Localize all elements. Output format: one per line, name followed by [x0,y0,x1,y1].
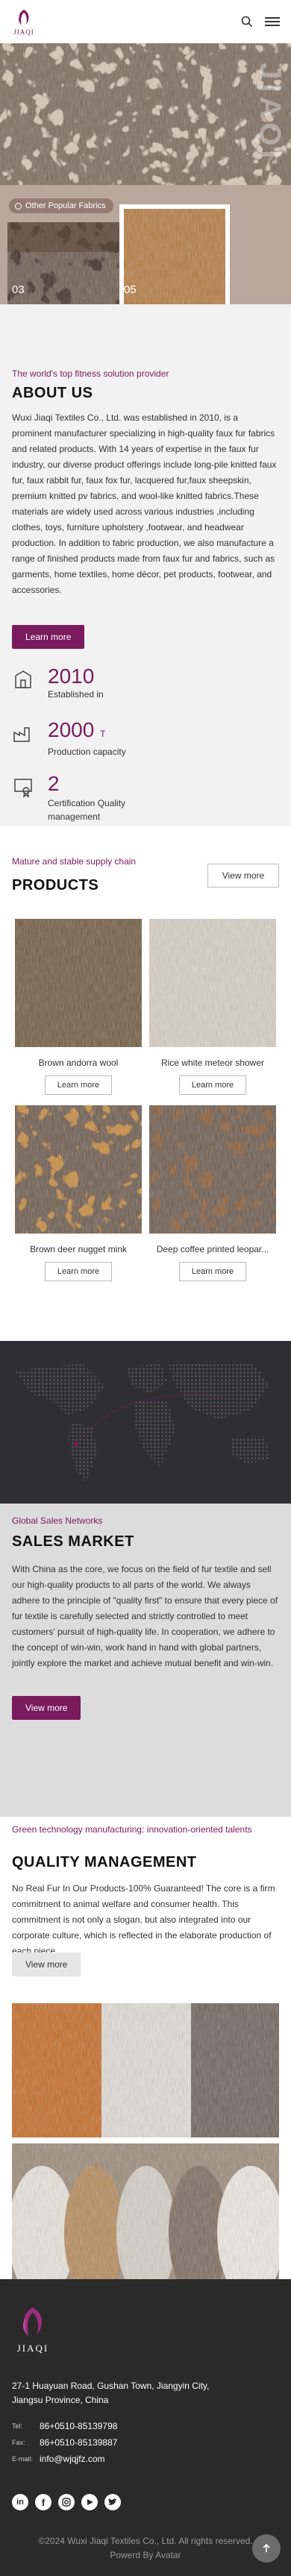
logo-text: JIAQI [13,28,34,36]
stat-certification-value: 2 [48,772,60,795]
stat-capacity: 2000 T Production capacity [12,719,126,757]
hero-category-tag[interactable]: Other Popular Fabrics [9,198,113,213]
sales-view-more-button[interactable]: View more [12,1696,81,1720]
footer-logo-mark [22,2307,43,2338]
product-name[interactable]: Deep coffee printed leopar... [149,1244,276,1254]
hero-watermark: JIAQI [254,63,287,163]
hero-leopard-image [0,43,291,185]
product-name[interactable]: Rice white meteor shower [149,1058,276,1068]
product-image[interactable] [15,919,142,1047]
site-header: JIAQI [0,0,291,43]
youtube-icon[interactable] [81,2494,98,2510]
about-body: Wuxi Jiaqi Textiles Co., Ltd. was establ… [12,412,277,595]
search-icon[interactable] [239,13,255,30]
twitter-icon[interactable] [104,2494,121,2510]
stat-capacity-label: Production capacity [48,747,126,757]
stat-certification-label: Certification Quality management [48,798,126,822]
page: JIAQI JIAQI Other Popular Fabrics 03 05 … [0,0,291,2576]
quality-view-more-button[interactable]: View more [12,1953,81,1976]
quality-fur-image-2 [12,2143,279,2279]
instagram-icon[interactable] [58,2494,75,2510]
products-section: Mature and stable supply chain PRODUCTS … [0,826,291,1341]
factory-icon [13,727,30,742]
stat-established-value: 2010 [48,665,95,688]
product-image[interactable] [15,1105,142,1234]
footer-logo-text: JIAQI [16,2343,49,2354]
stat-certification: 2 Certification Quality management [12,773,160,823]
hero-tag-label: Other Popular Fabrics [25,201,106,210]
copyright-text: ©2024 Wuxi Jiaqi Textiles Co., Ltd. All … [38,2536,253,2546]
certificate-icon [14,779,32,798]
about-learn-more-button[interactable]: Learn more [12,625,85,649]
quality-section: Green technology manufacturing: innovati… [0,1817,291,2279]
facebook-icon[interactable]: f [35,2494,51,2510]
product-learn-more-button[interactable]: Learn more [179,1262,246,1281]
email-value[interactable]: info@wjqjfz.com [40,2454,105,2464]
back-to-top-button[interactable] [252,2534,281,2563]
product-learn-more-button[interactable]: Learn more [179,1075,246,1095]
product-card[interactable]: Deep coffee printed leopar... Learn more [149,1105,276,1281]
products-title: PRODUCTS [12,877,99,893]
footer-fax-row: Fax: 86+0510-85139887 [12,2437,117,2448]
footer-copyright: ©2024 Wuxi Jiaqi Textiles Co., Ltd. All … [0,2534,291,2563]
logo[interactable]: JIAQI [10,8,37,36]
quality-fur-image-1 [12,2003,279,2137]
footer-logo[interactable]: JIAQI [12,2305,54,2354]
slide-number-next: 05 [124,283,137,296]
linkedin-icon[interactable]: in [12,2494,28,2510]
email-label: E-mail: [12,2455,34,2463]
about-eyebrow: The world's top fitness solution provide… [12,368,169,379]
circle-icon [15,202,22,210]
products-eyebrow: Mature and stable supply chain [12,856,137,867]
building-icon [15,670,31,688]
slide-number-current: 03 [12,283,25,296]
about-section: The world's top fitness solution provide… [0,304,291,826]
fax-value: 86+0510-85139887 [40,2437,118,2448]
social-links: in f [12,2494,121,2510]
hero-fabric-image-1[interactable] [7,222,127,304]
sales-market-section: Global Sales Networks SALES MARKET With … [0,1504,291,1817]
quality-eyebrow: Green technology manufacturing: innovati… [12,1824,252,1835]
hamburger-menu-icon[interactable] [264,13,281,30]
arrow-up-icon [263,2543,270,2552]
footer-email-row: E-mail: info@wjqjfz.com [12,2454,117,2464]
fax-label: Fax: [12,2439,25,2446]
footer-contacts: Tel: 86+0510-85139798 Fax: 86+0510-85139… [12,2421,117,2470]
tel-value[interactable]: 86+0510-85139798 [40,2421,117,2431]
quality-body: No Real Fur In Our Products-100% Guarant… [12,1883,275,1956]
sales-body: With China as the core, we focus on the … [12,1564,278,1668]
tel-label: Tel: [12,2422,23,2430]
product-image[interactable] [149,1105,276,1234]
world-map [0,1341,291,1504]
product-card[interactable]: Rice white meteor shower Learn more [149,919,276,1095]
footer-tel-row: Tel: 86+0510-85139798 [12,2421,117,2431]
stat-established: 2010 Established in [12,665,104,700]
product-name[interactable]: Brown deer nugget mink [15,1244,142,1254]
sales-eyebrow: Global Sales Networks [12,1515,103,1526]
product-name[interactable]: Brown andorra wool [15,1058,142,1068]
sales-title: SALES MARKET [12,1533,134,1550]
stat-capacity-value: 2000 T [48,718,106,741]
about-title: ABOUT US [12,385,93,401]
stat-established-label: Established in [48,689,104,700]
product-learn-more-button[interactable]: Learn more [45,1262,112,1281]
product-card[interactable]: Brown deer nugget mink Learn more [15,1105,142,1281]
logo-mark [18,9,29,26]
product-learn-more-button[interactable]: Learn more [45,1075,112,1095]
site-footer: JIAQI 27-1 Huayuan Road, Gushan Town, Ji… [0,2279,291,2576]
products-view-more-button[interactable]: View more [207,864,279,888]
quality-title: QUALITY MANAGEMENT [12,1854,197,1870]
product-card[interactable]: Brown andorra wool Learn more [15,919,142,1095]
footer-address: 27-1 Huayuan Road, Gushan Town, Jiangyin… [12,2381,210,2405]
hero-banner: JIAQI Other Popular Fabrics 03 05 [0,43,291,304]
product-image[interactable] [149,919,276,1047]
powered-by-text[interactable]: Powerd By Avatar [0,2548,291,2563]
header-actions [239,13,281,30]
